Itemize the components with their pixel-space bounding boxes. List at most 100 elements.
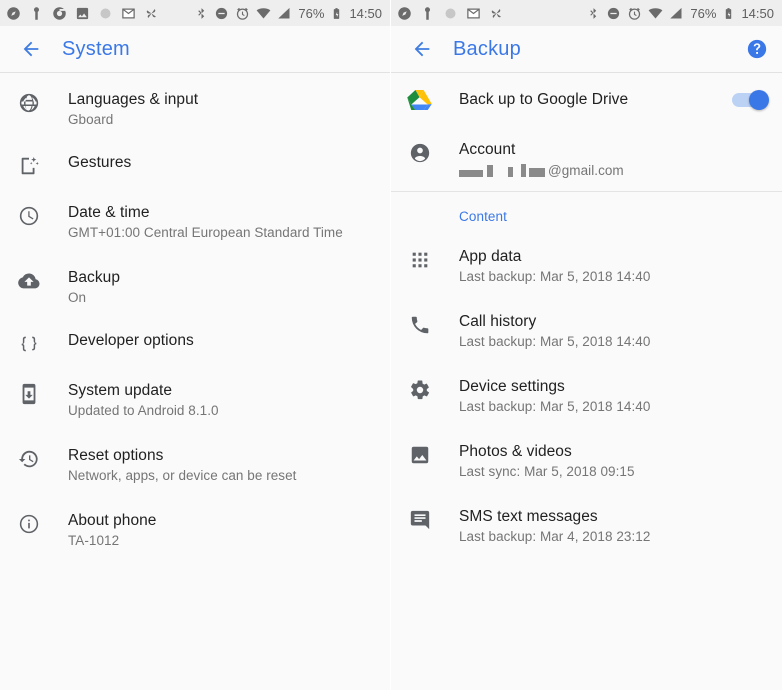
account-circle-icon bbox=[407, 140, 459, 164]
battery-percent-label: 76% bbox=[298, 5, 325, 21]
sidebar-item-subtitle: Updated to Android 8.1.0 bbox=[68, 403, 219, 418]
bluetooth-icon bbox=[198, 7, 205, 19]
sidebar-item-text: About phone TA-1012 bbox=[68, 511, 374, 550]
pinwheel-icon bbox=[491, 8, 501, 18]
sidebar-item-gestures[interactable]: Gestures bbox=[0, 142, 390, 190]
bluetooth-icon bbox=[590, 7, 597, 19]
app-bar-backup: Backup bbox=[391, 26, 782, 72]
sidebar-item-system-update[interactable]: System update Updated to Android 8.1.0 bbox=[0, 368, 390, 433]
content-item-title: SMS text messages bbox=[459, 508, 598, 525]
circle-icon bbox=[100, 8, 111, 18]
content-item-photos-videos[interactable]: Photos & videos Last sync: Mar 5, 2018 0… bbox=[391, 429, 782, 494]
help-button[interactable] bbox=[746, 38, 768, 60]
clock-label: 14:50 bbox=[741, 5, 774, 21]
app-bar-system: System bbox=[0, 26, 390, 72]
backup-drive-toggle[interactable] bbox=[732, 90, 769, 110]
braces-icon bbox=[16, 331, 68, 355]
content-item-sms-messages[interactable]: SMS text messages Last backup: Mar 4, 20… bbox=[391, 494, 782, 559]
content-item-text: Device settings Last backup: Mar 5, 2018… bbox=[459, 377, 766, 416]
back-button[interactable] bbox=[405, 32, 439, 66]
content-item-title: App data bbox=[459, 248, 522, 265]
arrow-back-icon bbox=[414, 41, 430, 57]
account-title: Account bbox=[459, 141, 516, 158]
status-bar-right: 76% 14:50 bbox=[391, 0, 782, 26]
content-item-text: SMS text messages Last backup: Mar 4, 20… bbox=[459, 507, 766, 546]
account-email-redacted: @gmail.com bbox=[459, 163, 766, 178]
dual-screenshot-container: 76% 14:50 System Languages & input Gboar… bbox=[0, 0, 782, 690]
compass-icon bbox=[398, 6, 411, 20]
sidebar-item-languages-input[interactable]: Languages & input Gboard bbox=[0, 77, 390, 142]
content-item-subtitle: Last sync: Mar 5, 2018 09:15 bbox=[459, 464, 635, 479]
alarm-icon bbox=[237, 7, 249, 20]
content-item-title: Photos & videos bbox=[459, 443, 572, 460]
sidebar-item-reset-options[interactable]: Reset options Network, apps, or device c… bbox=[0, 433, 390, 498]
content-item-text: Photos & videos Last sync: Mar 5, 2018 0… bbox=[459, 442, 766, 481]
sidebar-item-title: Developer options bbox=[68, 332, 194, 349]
signal-icon bbox=[670, 7, 682, 18]
clock-label: 14:50 bbox=[349, 5, 382, 21]
keyhole-icon bbox=[34, 6, 39, 20]
page-title: System bbox=[62, 37, 130, 60]
arrow-back-icon bbox=[23, 41, 39, 57]
content-item-subtitle: Last backup: Mar 5, 2018 14:40 bbox=[459, 334, 651, 349]
content-item-subtitle: Last backup: Mar 5, 2018 14:40 bbox=[459, 399, 651, 414]
sidebar-item-title: Backup bbox=[68, 269, 120, 286]
chrome-icon bbox=[53, 6, 66, 20]
message-icon bbox=[407, 507, 459, 531]
content-item-app-data[interactable]: App data Last backup: Mar 5, 2018 14:40 bbox=[391, 234, 782, 299]
page-title: Backup bbox=[453, 37, 521, 60]
wifi-icon bbox=[257, 7, 271, 18]
google-drive-icon bbox=[407, 89, 459, 111]
sidebar-item-text: System update Updated to Android 8.1.0 bbox=[68, 381, 374, 420]
info-icon bbox=[16, 511, 68, 535]
photo-icon bbox=[407, 442, 459, 466]
battery-charging-icon bbox=[726, 7, 732, 19]
gestures-icon bbox=[16, 153, 68, 177]
do-not-disturb-icon bbox=[608, 7, 620, 19]
status-bar-left: 76% 14:50 bbox=[0, 0, 390, 26]
sidebar-item-backup[interactable]: Backup On bbox=[0, 255, 390, 320]
sidebar-item-date-time[interactable]: Date & time GMT+01:00 Central European S… bbox=[0, 190, 390, 255]
sidebar-item-subtitle: Gboard bbox=[68, 112, 114, 127]
do-not-disturb-icon bbox=[216, 7, 228, 19]
backup-drive-label: Back up to Google Drive bbox=[459, 91, 629, 108]
account-row[interactable]: Account @gmail.com bbox=[391, 127, 782, 191]
mail-icon bbox=[122, 8, 135, 18]
system-update-icon bbox=[16, 381, 68, 405]
redaction-blocks bbox=[459, 164, 548, 177]
content-item-device-settings[interactable]: Device settings Last backup: Mar 5, 2018… bbox=[391, 364, 782, 429]
backup-to-google-drive-row[interactable]: Back up to Google Drive bbox=[391, 73, 782, 127]
globe-icon bbox=[16, 90, 68, 114]
sidebar-item-title: System update bbox=[68, 382, 173, 399]
left-screen-system: 76% 14:50 System Languages & input Gboar… bbox=[0, 0, 391, 690]
content-item-subtitle: Last backup: Mar 4, 2018 23:12 bbox=[459, 529, 651, 544]
settings-gear-icon bbox=[407, 377, 459, 401]
sidebar-item-developer-options[interactable]: Developer options bbox=[0, 320, 390, 368]
toggle-knob bbox=[749, 90, 769, 110]
sidebar-item-subtitle: Network, apps, or device can be reset bbox=[68, 468, 297, 483]
sidebar-item-text: Date & time GMT+01:00 Central European S… bbox=[68, 203, 374, 242]
sidebar-item-subtitle: TA-1012 bbox=[68, 533, 120, 548]
content-section-label: Content bbox=[459, 209, 507, 224]
pinwheel-icon bbox=[146, 8, 156, 18]
keyhole-icon bbox=[425, 6, 430, 20]
backup-content-list: App data Last backup: Mar 5, 2018 14:40 … bbox=[391, 230, 782, 559]
mail-icon bbox=[467, 8, 480, 18]
sidebar-item-text: Gestures bbox=[68, 153, 374, 173]
status-bar-system-icons: 76% 14:50 bbox=[587, 6, 774, 21]
wifi-icon bbox=[649, 7, 663, 18]
back-button[interactable] bbox=[14, 32, 48, 66]
account-text: Account @gmail.com bbox=[459, 140, 766, 178]
signal-icon bbox=[278, 7, 290, 18]
status-bar-system-icons: 76% 14:50 bbox=[195, 6, 382, 21]
status-bar-notification-icons bbox=[397, 6, 504, 21]
content-item-text: Call history Last backup: Mar 5, 2018 14… bbox=[459, 312, 766, 351]
alarm-icon bbox=[629, 7, 641, 20]
sidebar-item-text: Languages & input Gboard bbox=[68, 90, 374, 129]
sidebar-item-about-phone[interactable]: About phone TA-1012 bbox=[0, 498, 390, 563]
cloud-upload-icon bbox=[16, 268, 68, 292]
right-screen-backup: 76% 14:50 Backup Back up to Google Drive… bbox=[391, 0, 782, 690]
clock-icon bbox=[16, 203, 68, 227]
content-item-call-history[interactable]: Call history Last backup: Mar 5, 2018 14… bbox=[391, 299, 782, 364]
content-item-title: Device settings bbox=[459, 378, 565, 395]
